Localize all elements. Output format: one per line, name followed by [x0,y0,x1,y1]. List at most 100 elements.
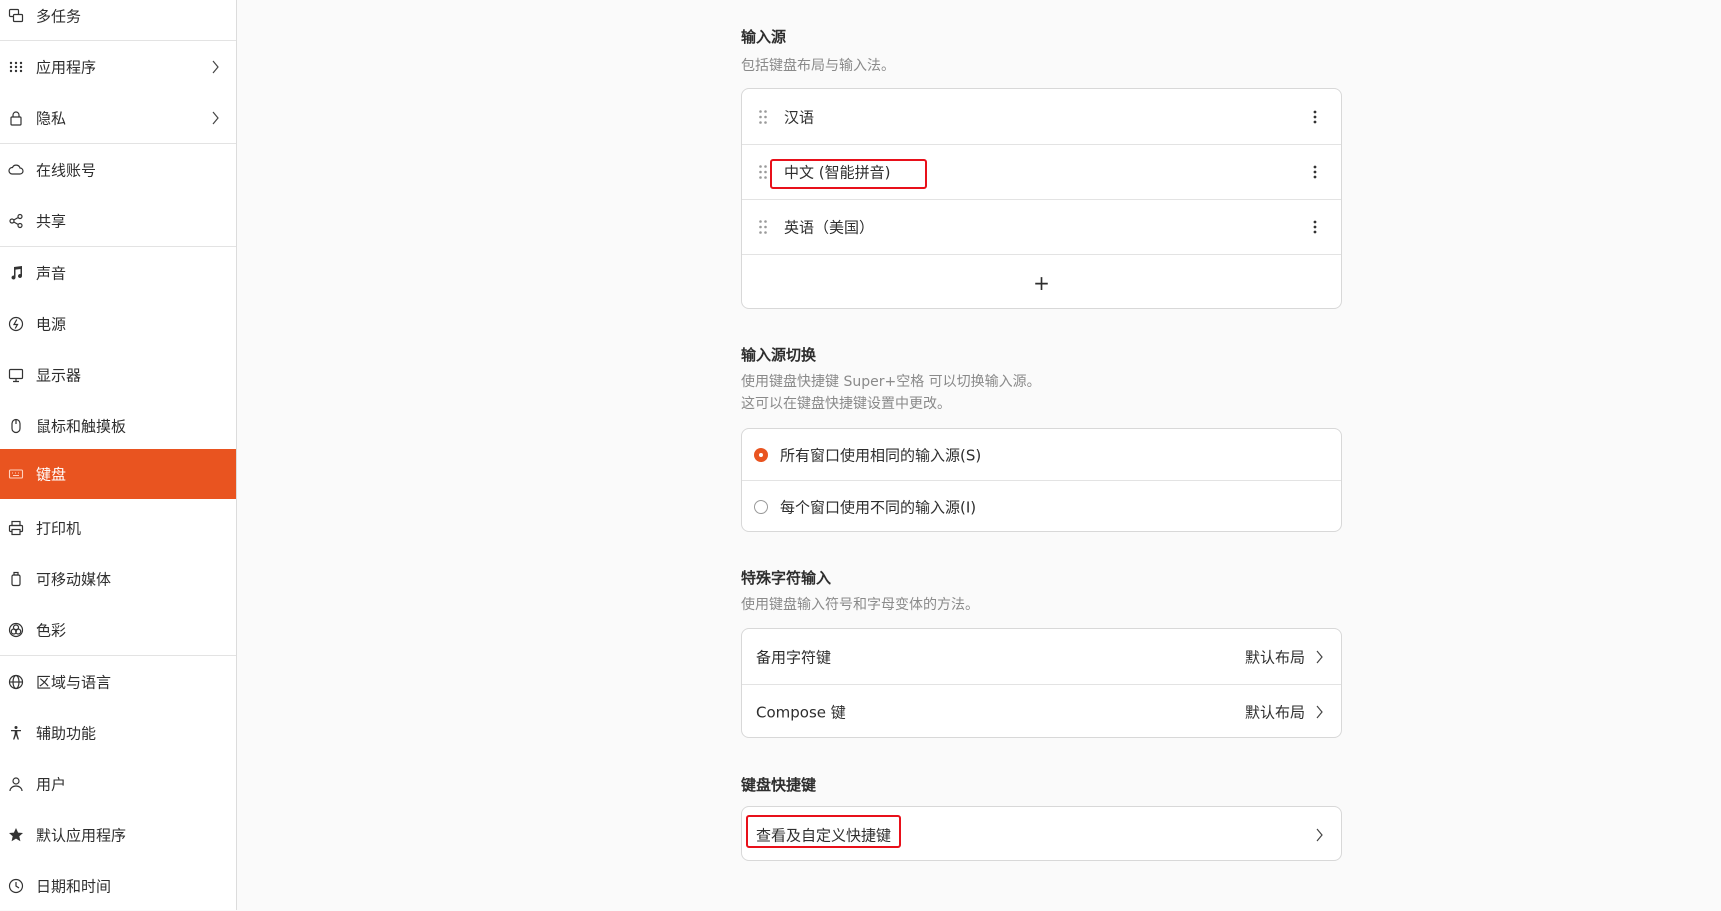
sidebar-item-label: 显示器 [36,366,82,384]
switching-title: 输入源切换 [741,346,817,364]
radio-option-per-window[interactable]: 每个窗口使用不同的输入源(I) [742,481,1341,531]
color-icon [8,622,24,638]
sidebar-item-date-time[interactable]: 日期和时间 [0,860,236,911]
star-icon [8,827,24,843]
row-label: 查看及自定义快捷键 [756,826,892,844]
radio-button[interactable] [754,500,768,514]
sidebar-item-multitasking[interactable]: 多任务 [0,0,236,41]
sidebar-item-label: 应用程序 [36,58,97,76]
multitasking-icon [8,8,24,24]
music-note-icon [8,265,24,281]
radio-option-same-source[interactable]: 所有窗口使用相同的输入源(S) [742,429,1341,480]
sidebar-item-region-language[interactable]: 区域与语言 [0,656,236,707]
input-sources-title: 输入源 [741,28,787,46]
sidebar-item-label: 声音 [36,264,67,282]
sidebar-item-label: 在线账号 [36,161,97,179]
alternate-chars-key-row[interactable]: 备用字符键 默认布局 [742,629,1341,684]
power-icon [8,316,24,332]
sidebar-item-printers[interactable]: 打印机 [0,502,236,553]
sidebar-item-privacy[interactable]: 隐私 [0,92,236,143]
sidebar-item-label: 区域与语言 [36,673,112,691]
sidebar-item-users[interactable]: 用户 [0,758,236,809]
input-sources-description: 包括键盘布局与输入法。 [741,58,895,74]
removable-media-icon [8,571,24,587]
add-input-source-button[interactable]: + [742,255,1341,308]
sidebar-item-displays[interactable]: 显示器 [0,349,236,400]
sidebar-item-mouse[interactable]: 鼠标和触摸板 [0,400,236,451]
shortcuts-title: 键盘快捷键 [741,776,817,794]
more-options-icon[interactable] [1313,220,1317,234]
chevron-right-icon [1316,650,1323,663]
sidebar-item-label: 隐私 [36,109,67,127]
shortcuts-card: 查看及自定义快捷键 [741,806,1342,861]
compose-key-row[interactable]: Compose 键 默认布局 [742,685,1341,737]
chevron-right-icon [1316,705,1323,719]
radio-button-checked[interactable] [754,447,768,462]
cloud-icon [8,162,24,178]
mouse-icon [8,418,24,434]
input-source-label: 汉语 [784,108,815,126]
more-options-icon[interactable] [1313,110,1317,124]
sidebar-item-label: 打印机 [36,519,82,537]
row-label: 备用字符键 [756,648,832,666]
switching-description-line1: 使用键盘快捷键 Super+空格 可以切换输入源。 [741,374,1041,390]
chevron-right-icon [212,60,219,73]
special-chars-title: 特殊字符输入 [741,569,832,587]
user-icon [8,776,24,792]
input-source-label: 中文 (智能拼音) [784,163,891,182]
switching-options: 所有窗口使用相同的输入源(S) 每个窗口使用不同的输入源(I) [741,428,1342,532]
input-source-row[interactable]: 英语（美国） [742,200,1341,254]
sidebar-item-color[interactable]: 色彩 [0,604,236,655]
special-chars-list: 备用字符键 默认布局 Compose 键 默认布局 [741,628,1342,738]
sidebar-item-online-accounts[interactable]: 在线账号 [0,144,236,195]
row-value: 默认布局 [1244,703,1305,722]
sidebar-item-power[interactable]: 电源 [0,298,236,349]
sidebar-item-sharing[interactable]: 共享 [0,195,236,246]
sidebar-item-label: 用户 [36,775,67,793]
sidebar-item-removable-media[interactable]: 可移动媒体 [0,553,236,604]
sidebar-item-label: 辅助功能 [36,724,97,742]
row-value: 默认布局 [1244,648,1305,666]
sidebar-item-default-apps[interactable]: 默认应用程序 [0,809,236,860]
lock-icon [8,110,24,126]
sidebar-item-accessibility[interactable]: 辅助功能 [0,707,236,758]
sidebar-item-keyboard[interactable]: 键盘 [0,449,236,499]
view-customize-shortcuts-row[interactable]: 查看及自定义快捷键 [742,807,1341,860]
globe-icon [8,674,24,690]
input-source-row[interactable]: 汉语 [742,89,1341,144]
row-label: Compose 键 [756,703,846,722]
sidebar-item-label: 默认应用程序 [36,826,127,844]
chevron-right-icon [212,111,219,124]
input-source-label: 英语（美国） [784,218,875,237]
sidebar: 多任务 应用程序 隐私 在线账号 共享 声音 电源 显示器 鼠标和触摸板 键盘 … [0,0,237,910]
plus-icon: + [1033,270,1050,295]
special-chars-description: 使用键盘输入符号和字母变体的方法。 [741,597,979,613]
sidebar-item-label: 色彩 [36,621,67,639]
printer-icon [8,520,24,536]
sidebar-item-label: 鼠标和触摸板 [36,417,127,435]
share-icon [8,213,24,229]
clock-icon [8,878,24,894]
apps-grid-icon [8,59,24,75]
switching-description-line2: 这可以在键盘快捷键设置中更改。 [741,396,951,412]
sidebar-item-label: 日期和时间 [36,877,112,895]
keyboard-icon [8,466,24,482]
radio-label: 所有窗口使用相同的输入源(S) [780,446,982,464]
input-source-row[interactable]: 中文 (智能拼音) [742,145,1341,199]
sidebar-item-label: 可移动媒体 [36,570,112,588]
sidebar-item-sound[interactable]: 声音 [0,247,236,298]
sidebar-item-apps[interactable]: 应用程序 [0,41,236,92]
drag-handle-icon[interactable] [758,219,768,235]
drag-handle-icon[interactable] [758,164,768,180]
more-options-icon[interactable] [1313,165,1317,179]
sidebar-item-label: 键盘 [36,465,67,484]
drag-handle-icon[interactable] [758,109,768,125]
sidebar-item-label: 共享 [36,212,67,230]
accessibility-icon [8,725,24,741]
chevron-right-icon [1316,828,1323,841]
radio-label: 每个窗口使用不同的输入源(I) [780,498,977,517]
sidebar-item-label: 电源 [36,315,67,333]
display-icon [8,367,24,383]
sidebar-item-label: 多任务 [36,7,82,25]
input-sources-list: 汉语 中文 (智能拼音) 英语（美国） + [741,88,1342,309]
